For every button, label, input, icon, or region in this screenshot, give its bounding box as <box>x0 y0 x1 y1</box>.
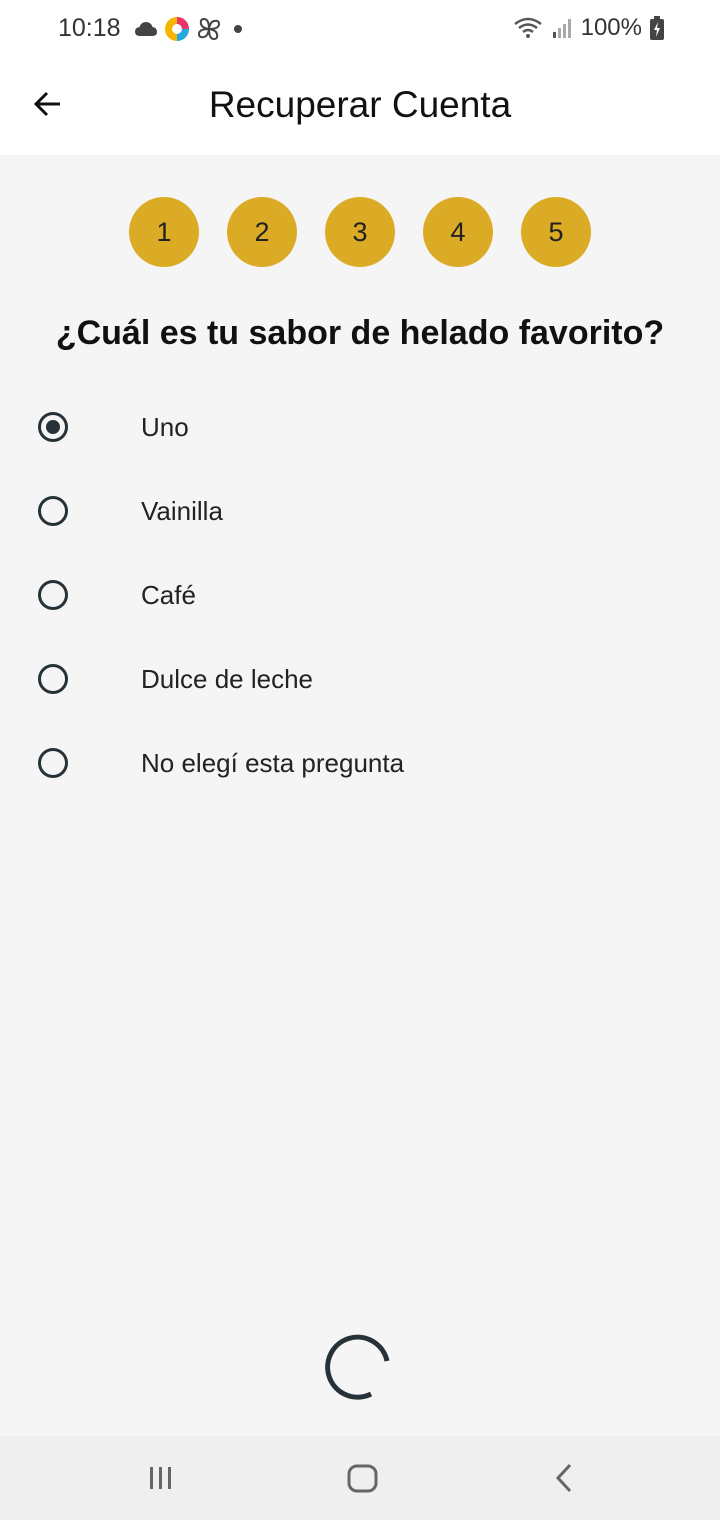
option-label: Café <box>141 579 196 610</box>
option-vainilla[interactable]: Vainilla <box>0 469 720 553</box>
option-label: No elegí esta pregunta <box>141 747 405 778</box>
status-bar: 10:18 100% <box>0 0 720 58</box>
radio-button-selected[interactable] <box>38 412 68 442</box>
option-no-elegi[interactable]: No elegí esta pregunta <box>0 721 720 805</box>
step-4[interactable]: 4 <box>423 197 493 267</box>
answer-options: Uno Vainilla Café Dulce de leche No eleg… <box>0 385 720 805</box>
radio-button[interactable] <box>38 664 68 694</box>
recents-icon[interactable] <box>147 1460 175 1496</box>
spinner-icon <box>325 1334 390 1400</box>
notification-icons <box>134 16 248 42</box>
dot-icon <box>234 25 242 33</box>
system-icons: 100% <box>513 14 664 42</box>
back-icon[interactable] <box>550 1460 578 1496</box>
cloud-icon <box>135 22 157 36</box>
navigation-bar <box>0 1436 720 1520</box>
pinwheel-icon <box>197 17 221 41</box>
status-time: 10:18 <box>58 14 121 42</box>
radio-button[interactable] <box>38 580 68 610</box>
battery-charging-icon <box>650 16 664 40</box>
option-uno[interactable]: Uno <box>0 385 720 469</box>
option-label: Uno <box>141 411 189 442</box>
wifi-icon <box>513 17 542 38</box>
option-label: Vainilla <box>141 495 223 526</box>
step-5[interactable]: 5 <box>521 197 591 267</box>
radio-button[interactable] <box>38 496 68 526</box>
radio-button[interactable] <box>38 748 68 778</box>
app-bar: Recuperar Cuenta <box>0 58 720 155</box>
option-label: Dulce de leche <box>141 663 313 694</box>
battery-percent: 100% <box>580 14 642 41</box>
page-title: Recuperar Cuenta <box>208 84 512 125</box>
step-2[interactable]: 2 <box>227 197 297 267</box>
step-3[interactable]: 3 <box>325 197 395 267</box>
security-question: ¿Cuál es tu sabor de helado favorito? <box>55 314 665 352</box>
signal-icon <box>552 19 571 38</box>
option-dulce-de-leche[interactable]: Dulce de leche <box>0 637 720 721</box>
home-icon[interactable] <box>346 1460 380 1496</box>
option-cafe[interactable]: Café <box>0 553 720 637</box>
step-indicator: 1 2 3 4 5 <box>129 197 591 267</box>
step-1[interactable]: 1 <box>129 197 199 267</box>
browser-icon <box>165 17 189 41</box>
